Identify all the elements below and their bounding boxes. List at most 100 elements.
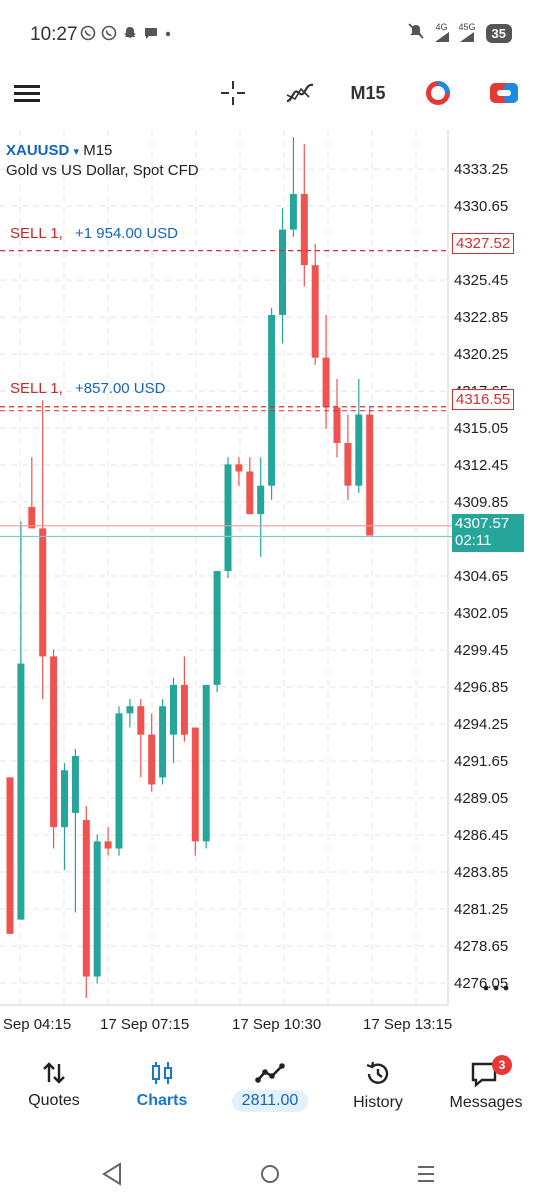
trade-button[interactable]	[488, 78, 520, 108]
price-chart[interactable]: 4333.254330.654325.454322.854320.254317.…	[0, 130, 540, 1040]
system-navigation	[0, 1140, 540, 1200]
x-axis-label: 17 Sep 13:15	[363, 1016, 452, 1033]
y-axis-label: 4289.05	[454, 790, 508, 807]
nav-messages-label: Messages	[449, 1094, 523, 1111]
candle-body	[311, 265, 319, 358]
system-icons: 4G 45G 35	[407, 22, 512, 45]
nav-quotes-label: Quotes	[28, 1092, 80, 1109]
candle-body	[289, 194, 297, 230]
bottom-navigation: Quotes Charts 2811.00 History 3 Messages	[0, 1050, 540, 1125]
candle-body	[235, 464, 243, 472]
candle-body	[93, 841, 101, 977]
y-axis-label: 4333.25	[454, 161, 508, 178]
y-axis-label: 4309.85	[454, 494, 508, 511]
candle-body	[213, 571, 221, 685]
y-axis-label: 4320.25	[454, 346, 508, 363]
trade-profit: +857.00 USD	[75, 380, 166, 397]
trade-profit: +1 954.00 USD	[75, 225, 178, 242]
candle-body	[82, 820, 90, 977]
nav-charts-label: Charts	[136, 1092, 188, 1109]
indicators-icon	[286, 83, 314, 103]
nav-messages[interactable]: 3 Messages	[432, 1050, 540, 1125]
timeframe-label: M15	[350, 82, 386, 103]
current-price-tag: 4307.57 02:11	[452, 514, 524, 552]
one-click-trading-button[interactable]	[422, 78, 454, 108]
nav-history[interactable]: History	[324, 1050, 432, 1125]
nav-quotes[interactable]: Quotes	[0, 1050, 108, 1125]
candle-body	[257, 485, 265, 515]
x-axis-label: 17 Sep 07:15	[100, 1016, 189, 1033]
chart-canvas[interactable]: 4333.254330.654325.454322.854320.254317.…	[0, 130, 540, 1040]
current-price: 4307.57	[455, 515, 510, 532]
candle-body	[344, 443, 352, 486]
y-axis-label: 4322.85	[454, 309, 508, 326]
symbol-name[interactable]: XAUUSD	[6, 142, 69, 159]
y-axis-label: 4312.45	[454, 457, 508, 474]
candle-body	[170, 684, 177, 735]
candle-body	[28, 507, 36, 529]
trade-side: SELL 1,	[10, 225, 63, 242]
nav-trade[interactable]: 2811.00	[216, 1050, 324, 1125]
more-notifications-icon	[164, 25, 172, 46]
candle-body	[126, 706, 134, 714]
snapchat-icon	[122, 25, 138, 46]
y-axis-label: 4315.05	[454, 420, 508, 437]
bar-countdown: 02:11	[455, 532, 492, 549]
trade-line-label[interactable]: SELL 1, +1 954.00 USD	[10, 225, 178, 242]
candle-body	[159, 706, 167, 778]
battery-indicator: 35	[485, 24, 512, 43]
messages-badge: 3	[492, 1055, 512, 1075]
candle-body	[17, 663, 25, 920]
trade-line-label[interactable]: SELL 1, +857.00 USD	[10, 380, 165, 397]
whatsapp-icon	[80, 25, 96, 46]
symbol-timeframe: M15	[83, 142, 113, 159]
candle-body	[71, 756, 79, 813]
y-axis-label: 4330.65	[454, 198, 508, 215]
candle-body	[246, 471, 254, 515]
y-axis-label: 4283.85	[454, 864, 508, 881]
y-axis-label: 4278.65	[454, 938, 508, 955]
home-icon[interactable]	[261, 1165, 279, 1183]
more-options-button[interactable]	[482, 980, 512, 998]
history-icon	[366, 1061, 389, 1084]
candle-body	[202, 684, 210, 842]
nav-charts[interactable]: Charts	[108, 1050, 216, 1125]
trade-line-icon	[255, 1063, 285, 1083]
candle-body	[322, 357, 330, 408]
symbol-header[interactable]: XAUUSD ▾ M15 Gold vs US Dollar, Spot CFD	[6, 142, 199, 179]
candle-body	[148, 734, 156, 785]
charts-icon	[152, 1062, 172, 1084]
quotes-icon	[43, 1062, 65, 1084]
candle-body	[300, 194, 308, 266]
recents-icon[interactable]	[418, 1166, 434, 1182]
x-axis-label: 17 Sep 04:15	[0, 1016, 71, 1033]
symbol-dropdown-icon[interactable]: ▾	[74, 146, 80, 158]
candle-body	[191, 727, 199, 842]
timeframe-button[interactable]: M15	[348, 78, 388, 108]
menu-button[interactable]	[12, 78, 42, 108]
notification-icons	[80, 25, 172, 46]
candle-body	[355, 414, 363, 486]
nav-history-label: History	[353, 1094, 403, 1111]
crosshair-button[interactable]	[218, 78, 248, 108]
candle-body	[104, 841, 112, 849]
account-balance: 2811.00	[231, 1090, 309, 1112]
y-axis-label: 4296.85	[454, 679, 508, 696]
candle-body	[6, 777, 14, 934]
indicators-button[interactable]	[284, 78, 316, 108]
symbol-description: Gold vs US Dollar, Spot CFD	[6, 162, 199, 179]
x-axis-label: 17 Sep 10:30	[232, 1016, 321, 1033]
candle-body	[39, 528, 47, 657]
back-icon[interactable]	[102, 1162, 121, 1186]
one-click-trading-icon	[426, 81, 450, 105]
y-axis-label: 4294.25	[454, 716, 508, 733]
candle-body	[224, 464, 232, 572]
y-axis-label: 4299.45	[454, 642, 508, 659]
sell-price-tag: 4316.55	[452, 389, 515, 410]
hamburger-icon	[14, 85, 40, 102]
whatsapp-business-icon	[101, 25, 117, 46]
y-axis-label: 4304.65	[454, 568, 508, 585]
sell-price-tag: 4327.52	[452, 233, 515, 254]
mute-icon	[407, 22, 425, 45]
candle-body	[180, 684, 188, 735]
